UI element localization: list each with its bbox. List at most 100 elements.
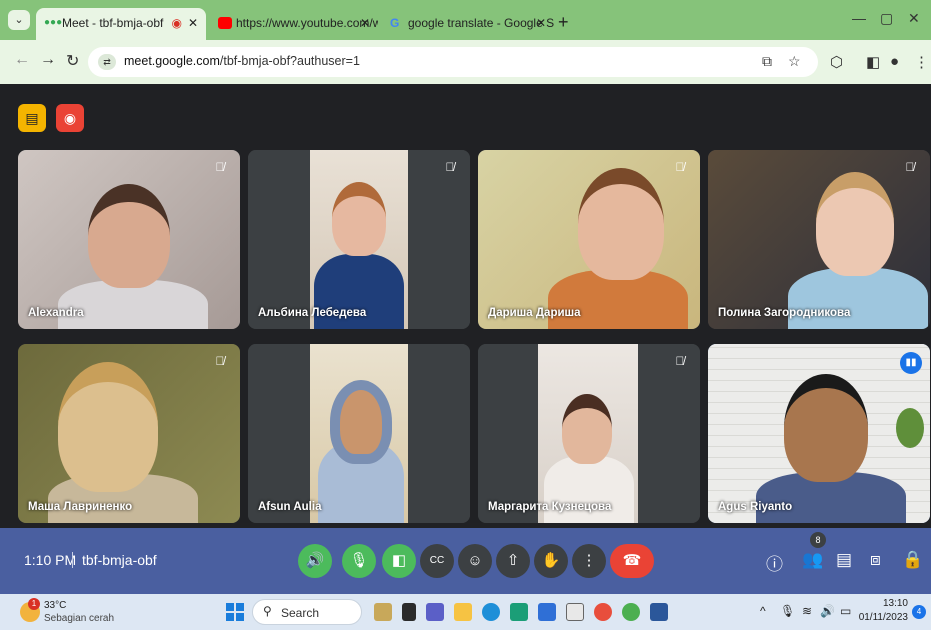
browser-tab-bar: ⌄ ●●● Meet - tbf-bmja-obf ◉ ✕ https://ww… — [0, 0, 931, 40]
plant-decoration — [896, 408, 924, 448]
start-windows-icon[interactable] — [226, 603, 244, 621]
more-options-button[interactable]: ⋮ — [572, 544, 606, 578]
divider — [72, 552, 73, 568]
search-label: Search — [281, 606, 320, 620]
present-button[interactable]: ⇧ — [496, 544, 530, 578]
battery-icon[interactable]: ▭ — [840, 604, 851, 618]
search-icon: ⚲ — [263, 604, 272, 618]
mail-app-icon[interactable] — [538, 603, 556, 621]
tab-search-button[interactable]: ⌄ — [8, 10, 30, 30]
reload-icon[interactable]: ↻ — [66, 51, 79, 71]
side-panel-icon[interactable]: ◧ — [866, 53, 880, 71]
mic-off-icon: 🎙̸ — [445, 160, 455, 174]
tab-label: https://www.youtube.com/wat — [236, 16, 378, 30]
participant-name: Afsun Aulia — [258, 501, 322, 513]
person-face — [330, 380, 392, 464]
show-hidden-icons-icon[interactable]: ^ — [760, 604, 766, 618]
info-icon[interactable]: ⓘ — [766, 550, 783, 575]
url-text: meet.google.com/tbf-bmja-obf?authuser=1 — [124, 54, 360, 68]
restore-icon[interactable]: ▢ — [880, 10, 893, 27]
meeting-code: tbf-bmja-obf — [82, 552, 157, 568]
close-window-icon[interactable]: ✕ — [908, 10, 920, 27]
cast-icon[interactable]: ⧉ — [762, 53, 772, 70]
person-shape — [788, 268, 928, 329]
people-count-badge: 8 — [810, 532, 826, 548]
close-tab-icon[interactable]: ✕ — [536, 8, 546, 38]
meet-stage: ▤ ◉ 🎙̸ Alexandra 🎙̸ Альбина Лебедева 🎙̸ … — [0, 84, 931, 594]
back-icon[interactable]: ← — [14, 51, 30, 69]
microphone-icon: 🎙 — [349, 552, 369, 569]
edge-browser-icon[interactable] — [482, 603, 500, 621]
taskbar-clock[interactable]: 13:10 — [868, 598, 908, 609]
leave-call-button[interactable]: ☎ — [610, 544, 654, 578]
captions-button[interactable]: CC — [420, 544, 454, 578]
weather-description: Sebagian cerah — [44, 613, 115, 624]
layout-indicator-icon[interactable]: ▤ — [18, 104, 46, 132]
close-tab-icon[interactable]: ✕ — [188, 8, 198, 38]
chrome-app-icon[interactable] — [594, 603, 612, 621]
participant-tile[interactable]: 🎙̸ Альбина Лебедева — [248, 150, 470, 329]
participant-tile[interactable]: 🎙̸ Полина Загородникова — [708, 150, 930, 329]
participant-tile[interactable]: 🎙̸ Маргарита Кузнецова — [478, 344, 700, 523]
close-tab-icon[interactable]: ✕ — [360, 8, 370, 38]
wifi-icon[interactable]: ≋ — [802, 604, 812, 618]
task-view-icon[interactable] — [402, 603, 416, 621]
person-face — [816, 172, 894, 276]
participant-tile[interactable]: 🎙̸ Маша Лавриненко — [18, 344, 240, 523]
person-face — [578, 168, 664, 280]
menu-kebab-icon[interactable]: ⋮ — [914, 53, 929, 71]
hang-up-icon: ☎ — [622, 552, 642, 569]
activities-icon[interactable]: ⧈ — [870, 550, 881, 570]
participant-name: Полина Загородникова — [718, 307, 851, 319]
camera-button[interactable]: ◧ — [382, 544, 416, 578]
tab-google-translate[interactable]: G google translate - Google Sear ✕ — [382, 8, 554, 40]
profile-avatar-icon[interactable]: ● — [890, 53, 899, 70]
taskbar-search[interactable]: ⚲ Search — [252, 599, 362, 625]
extensions-icon[interactable]: ⬡ — [830, 53, 843, 71]
person-face — [332, 182, 386, 256]
person-face — [58, 362, 158, 492]
tab-meet[interactable]: ●●● Meet - tbf-bmja-obf ◉ ✕ — [36, 8, 206, 40]
microphone-tray-icon[interactable]: 🎙 — [780, 604, 795, 618]
people-icon[interactable]: 👥 — [802, 550, 823, 570]
speaker-button[interactable]: 🔊 — [298, 544, 332, 578]
hand-icon: ✋ — [541, 552, 561, 569]
mic-off-icon: 🎙̸ — [675, 160, 685, 174]
participant-name: Альбина Лебедева — [258, 307, 367, 319]
google-favicon-icon: G — [390, 16, 400, 30]
volume-icon[interactable]: 🔊 — [820, 604, 835, 618]
participant-name: Дариша Дариша — [488, 307, 581, 319]
participant-tile[interactable]: Afsun Aulia — [248, 344, 470, 523]
host-controls-icon[interactable]: 🔒 — [902, 550, 923, 570]
tab-youtube[interactable]: https://www.youtube.com/wat ✕ — [210, 8, 378, 40]
microphone-button[interactable]: 🎙 — [342, 544, 376, 578]
bookmark-star-icon[interactable]: ☆ — [788, 53, 801, 70]
address-bar[interactable]: ⇄ meet.google.com/tbf-bmja-obf?authuser=… — [88, 47, 818, 77]
word-app-icon[interactable] — [650, 603, 668, 621]
forward-icon[interactable]: → — [40, 51, 56, 69]
minimize-icon[interactable]: — — [852, 10, 866, 26]
reactions-button[interactable]: ☺ — [458, 544, 492, 578]
recording-icon: ◉ — [171, 16, 182, 30]
participant-name: Маргарита Кузнецова — [488, 501, 612, 513]
windows-taskbar: 1 33°C Sebagian cerah ⚲ Search ^ 🎙 ≋ 🔊 ▭… — [0, 594, 931, 630]
notification-badge[interactable]: 4 — [912, 605, 926, 619]
taskbar-date[interactable]: 01/11/2023 — [858, 612, 908, 623]
site-info-icon[interactable]: ⇄ — [98, 54, 116, 70]
camera-icon: ◧ — [391, 552, 407, 569]
participant-tile[interactable]: 🎙̸ Дариша Дариша — [478, 150, 700, 329]
teams-app-icon[interactable] — [426, 603, 444, 621]
learning-app-icon[interactable] — [510, 603, 528, 621]
recording-indicator-icon[interactable]: ◉ — [56, 104, 84, 132]
store-app-icon[interactable] — [566, 603, 584, 621]
new-tab-button[interactable]: + — [558, 8, 569, 36]
chrome-profile-app-icon[interactable] — [622, 603, 640, 621]
participant-tile[interactable]: 🎙̸ Alexandra — [18, 150, 240, 329]
raise-hand-button[interactable]: ✋ — [534, 544, 568, 578]
tab-label: google translate - Google Sear — [408, 16, 554, 30]
browser-toolbar: ← → ↻ ⇄ meet.google.com/tbf-bmja-obf?aut… — [0, 40, 931, 84]
participant-tile[interactable]: ▮▮ Agus Riyanto — [708, 344, 930, 523]
widgets-app-icon[interactable] — [374, 603, 392, 621]
chat-icon[interactable]: ▤ — [836, 550, 852, 570]
file-explorer-icon[interactable] — [454, 603, 472, 621]
